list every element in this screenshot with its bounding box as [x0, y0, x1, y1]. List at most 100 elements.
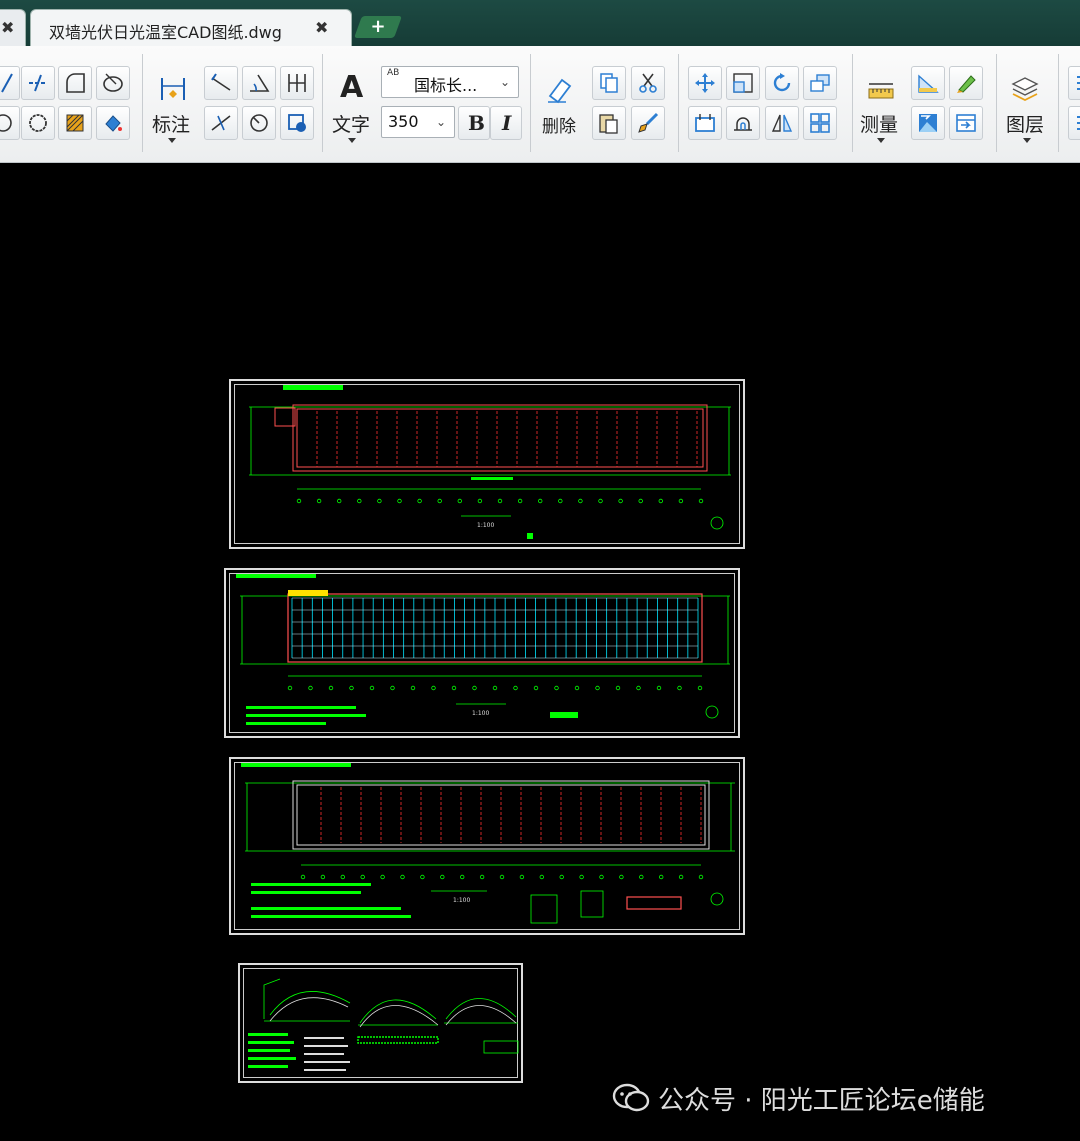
- text-height-value: 350: [388, 112, 419, 131]
- baseline-dimension-button[interactable]: [280, 66, 314, 100]
- aligned-dimension-icon: [211, 73, 231, 91]
- drawing-sheet-section-details[interactable]: [238, 963, 523, 1083]
- area-ruler-icon: [918, 74, 939, 93]
- tab-bar: ✖ 双墙光伏日光温室CAD图纸.dwg ✖ +: [0, 0, 1080, 46]
- delete-label: 删除: [542, 117, 576, 137]
- polygon-icon: [29, 114, 47, 132]
- tab-active-title: 双墙光伏日光温室CAD图纸.dwg: [49, 23, 282, 42]
- stretch-icon: [695, 114, 715, 132]
- list-icon: [1077, 116, 1080, 130]
- separator: [852, 54, 853, 152]
- measure-label: 测量: [860, 114, 899, 136]
- array-icon: [810, 113, 830, 133]
- scissors-icon: [639, 73, 657, 93]
- tab-active-close-icon[interactable]: ✖: [315, 18, 328, 37]
- ellipse-icon: [103, 73, 123, 92]
- separator: [530, 54, 531, 152]
- tab-active-drawing[interactable]: 双墙光伏日光温室CAD图纸.dwg ✖: [30, 9, 352, 46]
- bold-icon: B: [468, 111, 485, 135]
- dimension-label: 标注: [152, 114, 191, 136]
- text-height-select[interactable]: 350 ⌄: [381, 106, 455, 138]
- line-tool-button[interactable]: [0, 66, 20, 100]
- text-style-prefix-icon: AB: [387, 68, 400, 78]
- copy-object-button[interactable]: [803, 66, 837, 100]
- baseline-dimension-icon: [288, 74, 306, 92]
- aligned-dimension-button[interactable]: [204, 66, 238, 100]
- paintbrush-icon: [638, 112, 659, 133]
- delete-button[interactable]: 删除: [538, 70, 582, 150]
- offset-button[interactable]: [726, 106, 760, 140]
- export-button[interactable]: [949, 106, 983, 140]
- ruler-icon: [868, 83, 894, 99]
- italic-button[interactable]: I: [490, 106, 522, 140]
- layer-state-button[interactable]: [1068, 106, 1080, 140]
- plus-icon: +: [370, 16, 386, 37]
- text-icon: A: [340, 70, 364, 105]
- separator: [678, 54, 679, 152]
- dimension-icon: [161, 78, 185, 100]
- fill-tool-button[interactable]: [96, 106, 130, 140]
- diameter-dimension-button[interactable]: [242, 106, 276, 140]
- paint-bucket-icon: [105, 115, 122, 132]
- drawing-sheet-pv-layout[interactable]: 1:100: [224, 568, 740, 738]
- dimension-button[interactable]: 标注: [150, 70, 196, 150]
- separator: [996, 54, 997, 152]
- tab-previous[interactable]: ✖: [0, 9, 26, 46]
- line-icon: [1, 73, 13, 93]
- hatch-tool-button[interactable]: [58, 106, 92, 140]
- ribbon-toolbar: 标注 A 文字 AB 国标长... ⌄ 350 ⌄ B I 删除 测量 图层: [0, 46, 1080, 163]
- insert-image-button[interactable]: [911, 106, 945, 140]
- stretch-button[interactable]: [688, 106, 722, 140]
- mirror-icon: [771, 114, 793, 132]
- scale-label-3: 1:100: [453, 897, 470, 904]
- drawing-sheet-structure-plan[interactable]: 1:100: [229, 757, 745, 935]
- chevron-down-icon: ⌄: [435, 115, 446, 129]
- watermark: 公众号 · 阳光工匠论坛e储能: [612, 1080, 985, 1116]
- match-properties-button[interactable]: [631, 106, 665, 140]
- scale-label-2: 1:100: [472, 710, 489, 717]
- separator: [322, 54, 323, 152]
- drawing-sheet-foundation-plan[interactable]: 1:100: [229, 379, 745, 549]
- text-style-select[interactable]: AB 国标长... ⌄: [381, 66, 519, 98]
- move-button[interactable]: [688, 66, 722, 100]
- pencil-icon: [957, 75, 976, 93]
- circle-tool-button[interactable]: [0, 106, 20, 140]
- cut-button[interactable]: [631, 66, 665, 100]
- fillet-tool-button[interactable]: [58, 66, 92, 100]
- scale-button[interactable]: [726, 66, 760, 100]
- layers-icon: [1011, 77, 1039, 102]
- copy-button[interactable]: [592, 66, 626, 100]
- pencil-button[interactable]: [949, 66, 983, 100]
- copy-object-icon: [810, 74, 830, 92]
- array-button[interactable]: [803, 106, 837, 140]
- eraser-icon: [548, 78, 572, 104]
- measure-button[interactable]: 测量: [858, 70, 904, 150]
- paste-button[interactable]: [592, 106, 626, 140]
- structure-plan-drawing: 1:100: [241, 763, 735, 924]
- separator: [142, 54, 143, 152]
- image-import-icon: [919, 114, 937, 132]
- dimension-dropdown-icon: [168, 138, 176, 143]
- construction-line-button[interactable]: [21, 66, 55, 100]
- layer-properties-button[interactable]: [1068, 66, 1080, 100]
- separator: [1058, 54, 1059, 152]
- angular-dimension-button[interactable]: [242, 66, 276, 100]
- mirror-button[interactable]: [765, 106, 799, 140]
- layer-button[interactable]: 图层: [1002, 70, 1048, 150]
- diameter-dimension-icon: [250, 114, 268, 132]
- rotate-button[interactable]: [765, 66, 799, 100]
- tab-previous-close-icon[interactable]: ✖: [1, 18, 14, 37]
- area-measure-button[interactable]: [911, 66, 945, 100]
- polygon-tool-button[interactable]: [21, 106, 55, 140]
- fillet-icon: [66, 73, 85, 93]
- radius-dimension-button[interactable]: [204, 106, 238, 140]
- list-icon: [1077, 76, 1080, 90]
- ellipse-tool-button[interactable]: [96, 66, 130, 100]
- text-button[interactable]: A 文字: [330, 70, 376, 150]
- new-tab-button[interactable]: +: [353, 16, 403, 38]
- construction-line-icon: [29, 74, 47, 92]
- dimension-style-gear-icon: [288, 114, 306, 132]
- bold-button[interactable]: B: [458, 106, 490, 140]
- scale-icon: [733, 73, 753, 93]
- dimension-style-button[interactable]: [280, 106, 314, 140]
